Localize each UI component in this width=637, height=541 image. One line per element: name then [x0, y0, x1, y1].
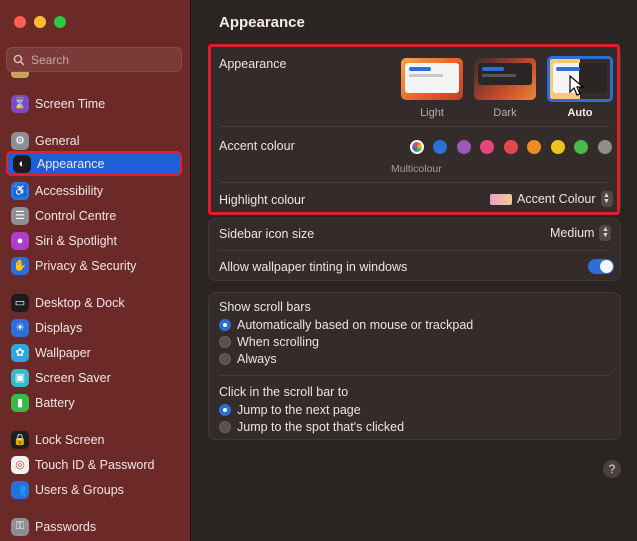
click-option-spot-clicked[interactable]: Jump to the spot that's clicked — [219, 420, 404, 434]
sidebar-icon-size-value: Medium — [550, 226, 595, 240]
sidebar-item-passwords[interactable]: ⚿ Passwords — [6, 514, 182, 539]
zoom-window-button[interactable] — [54, 16, 66, 28]
search-input[interactable] — [31, 52, 171, 67]
sidebar-item-label: Screen Time — [35, 96, 106, 111]
sidebar-item-label: Users & Groups — [35, 482, 124, 497]
sidebar-item-label: Displays — [35, 320, 83, 335]
sidebar-item-label: Appearance — [37, 156, 105, 171]
sidebar-item-lock-screen[interactable]: 🔒 Lock Screen — [6, 427, 182, 452]
highlight-annotation-box — [208, 44, 620, 215]
battery-icon: ▮ — [11, 393, 29, 412]
flower-icon: ✿ — [11, 343, 29, 362]
divider — [219, 375, 610, 376]
hourglass-icon: ⌛ — [11, 94, 29, 113]
click-option-next-page[interactable]: Jump to the next page — [219, 403, 361, 417]
scroll-option-always[interactable]: Always — [219, 352, 277, 366]
sidebar-item-label: Battery — [35, 395, 75, 410]
sidebar-item-screen-time[interactable]: ⌛ Screen Time — [6, 91, 182, 116]
siri-icon: ● — [11, 231, 29, 250]
sidebar-icon-size-popup[interactable]: Medium ▲ ▼ — [550, 225, 612, 241]
sidebar-icon-size-label: Sidebar icon size — [219, 227, 315, 241]
window-controls — [14, 16, 66, 28]
sidebar-item-label: Control Centre — [35, 208, 117, 223]
sidebar: ⌛ Screen Time ⚙ General ◐ Appearance ♿ Accessib… — [0, 0, 191, 541]
scroll-option-automatic[interactable]: Automatically based on mouse or trackpad — [219, 318, 473, 332]
scroll-bars-panel: Show scroll bars Automatically based on … — [208, 292, 621, 440]
sidebar-item-general[interactable]: ⚙ General — [6, 128, 182, 153]
sidebar-item-label: Siri & Spotlight — [35, 233, 117, 248]
search-field[interactable] — [6, 47, 182, 72]
help-button[interactable]: ? — [603, 460, 621, 478]
minimize-window-button[interactable] — [34, 16, 46, 28]
sidebar-item-accessibility[interactable]: ♿ Accessibility — [6, 178, 182, 203]
sidebar-item-appearance[interactable]: ◐ Appearance — [6, 151, 182, 176]
hand-icon: ✋ — [11, 256, 29, 275]
sun-icon: ☀ — [11, 318, 29, 337]
fingerprint-icon: ◎ — [11, 455, 29, 474]
sidebar-item-label: Accessibility — [35, 183, 104, 198]
sidebar-item-label: Desktop & Dock — [35, 295, 125, 310]
gear-icon: ⚙ — [11, 131, 29, 150]
screen-saver-icon: ▣ — [11, 368, 29, 387]
users-icon: 👥 — [11, 480, 29, 499]
click-scroll-bar-label: Click in the scroll bar to — [219, 385, 349, 399]
sidebar-item-label: Passwords — [35, 519, 97, 534]
sidebar-item-label: General — [35, 133, 80, 148]
search-icon — [13, 54, 25, 65]
settings-window: ⌛ Screen Time ⚙ General ◐ Appearance ♿ Accessib… — [0, 0, 637, 541]
wallpaper-tinting-label: Allow wallpaper tinting in windows — [219, 260, 408, 274]
key-icon: ⚿ — [11, 517, 29, 536]
sidebar-options-panel: Sidebar icon size Medium ▲ ▼ Allow wallpa… — [208, 218, 621, 281]
dock-icon: ▭ — [11, 293, 29, 312]
control-centre-icon: ☰ — [11, 206, 29, 225]
divider — [219, 250, 610, 251]
sidebar-item-desktop-dock[interactable]: ▭ Desktop & Dock — [6, 290, 182, 315]
scroll-option-when-scrolling[interactable]: When scrolling — [219, 335, 319, 349]
appearance-icon: ◐ — [13, 154, 31, 173]
sidebar-item-wallpaper[interactable]: ✿ Wallpaper — [6, 340, 182, 365]
sidebar-item-screen-saver[interactable]: ▣ Screen Saver — [6, 365, 182, 390]
sidebar-item-control-centre[interactable]: ☰ Control Centre — [6, 203, 182, 228]
chevron-up-down-icon: ▲ ▼ — [599, 225, 612, 241]
page-title: Appearance — [219, 14, 305, 31]
sidebar-item-touch-id-password[interactable]: ◎ Touch ID & Password — [6, 452, 182, 477]
sidebar-item-battery[interactable]: ▮ Battery — [6, 390, 182, 415]
wallpaper-tinting-toggle[interactable] — [588, 259, 614, 274]
sidebar-item-label: Touch ID & Password — [35, 457, 155, 472]
accessibility-icon: ♿ — [11, 181, 29, 200]
sidebar-item-privacy-security[interactable]: ✋ Privacy & Security — [6, 253, 182, 278]
sidebar-item-label: Lock Screen — [35, 432, 105, 447]
sidebar-item-users-groups[interactable]: 👥 Users & Groups — [6, 477, 182, 502]
lock-icon: 🔒 — [11, 430, 29, 449]
sidebar-item-label: Privacy & Security — [35, 258, 137, 273]
show-scroll-bars-label: Show scroll bars — [219, 300, 311, 314]
focus-icon — [11, 72, 29, 78]
sidebar-item-siri-spotlight[interactable]: ● Siri & Spotlight — [6, 228, 182, 253]
close-window-button[interactable] — [14, 16, 26, 28]
sidebar-item-label: Screen Saver — [35, 370, 111, 385]
sidebar-item-label: Wallpaper — [35, 345, 91, 360]
sidebar-item-displays[interactable]: ☀ Displays — [6, 315, 182, 340]
